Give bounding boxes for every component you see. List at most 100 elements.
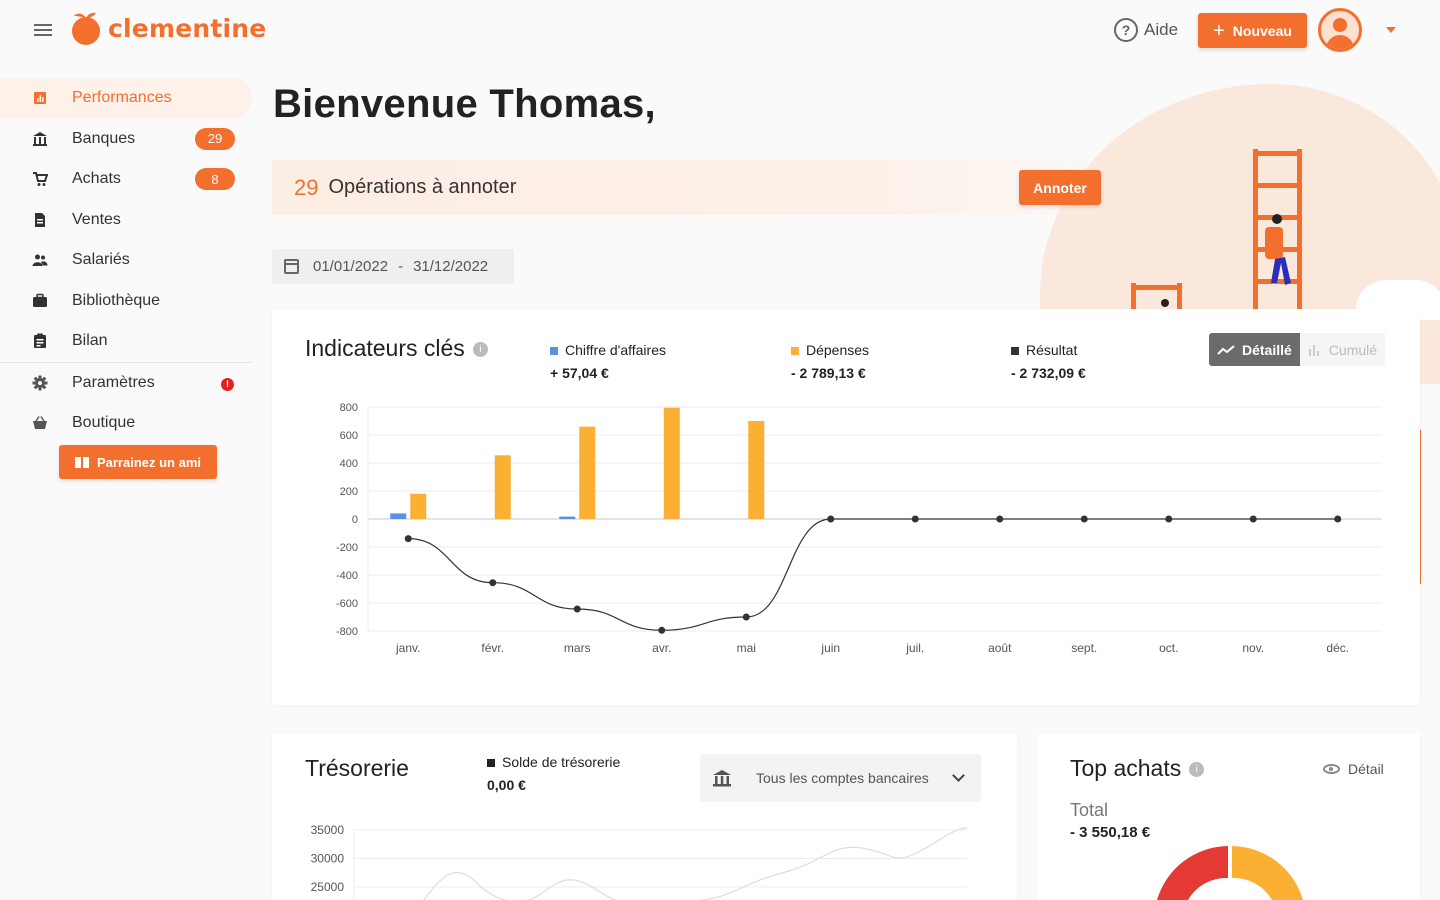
gear-icon bbox=[32, 375, 48, 390]
bar bbox=[579, 426, 596, 519]
sidebar-item-label: Paramètres bbox=[72, 373, 155, 391]
y-tick-label: -400 bbox=[336, 570, 358, 582]
x-tick-label: oct. bbox=[1159, 641, 1178, 655]
sidebar-item-label: Achats bbox=[72, 170, 121, 188]
bar bbox=[559, 516, 576, 519]
result-point bbox=[489, 579, 497, 587]
top-bar: clementine ? Aide + Nouveau bbox=[0, 0, 1440, 62]
sidebar-item-label: Salariés bbox=[72, 251, 130, 269]
treasury-card: Trésorerie Solde de trésorerie 0,00 € To… bbox=[272, 733, 1017, 900]
logo[interactable]: clementine bbox=[68, 10, 266, 46]
sidebar-item-label: Boutique bbox=[72, 414, 136, 432]
count-badge: 29 bbox=[195, 127, 235, 150]
x-tick-label: mai bbox=[737, 641, 756, 655]
app-name: clementine bbox=[108, 13, 267, 43]
annotate-button[interactable]: Annoter bbox=[1019, 170, 1101, 205]
x-tick-label: déc. bbox=[1326, 641, 1349, 655]
donut-chart bbox=[1157, 846, 1303, 900]
y-tick-label: -600 bbox=[336, 598, 358, 610]
donut-segment bbox=[1157, 846, 1228, 900]
sidebar-item-label: Bibliothèque bbox=[72, 291, 161, 309]
count-badge: 8 bbox=[195, 168, 235, 190]
balance-line bbox=[423, 827, 968, 900]
result-point bbox=[404, 535, 412, 543]
info-icon[interactable]: i bbox=[1189, 762, 1205, 778]
bar bbox=[748, 421, 765, 519]
result-point bbox=[1165, 515, 1173, 523]
sidebar-item-bibliotheque[interactable]: Bibliothèque bbox=[0, 281, 252, 322]
help-label: Aide bbox=[1144, 20, 1179, 39]
detail-link[interactable]: Détail bbox=[1323, 761, 1384, 777]
x-tick-label: sept. bbox=[1071, 641, 1097, 655]
y-tick-label: 400 bbox=[340, 458, 358, 470]
clementine-logo-icon bbox=[72, 12, 100, 45]
sidebar-item-ventes[interactable]: Ventes bbox=[0, 200, 252, 241]
date-range-picker[interactable]: 01/01/2022 - 31/12/2022 bbox=[272, 249, 514, 284]
result-point bbox=[1249, 515, 1257, 523]
sidebar-item-bilan[interactable]: Bilan bbox=[0, 321, 252, 362]
date-separator: - bbox=[398, 258, 404, 275]
top-purchases-title: Top achats bbox=[1070, 755, 1182, 781]
result-point bbox=[742, 613, 750, 621]
y-tick-label: 35000 bbox=[311, 823, 345, 837]
result-point bbox=[1334, 515, 1342, 523]
menu-icon[interactable] bbox=[34, 24, 52, 38]
sidebar-item-label: Performances bbox=[72, 89, 172, 107]
y-tick-label: 800 bbox=[340, 402, 358, 414]
document-icon bbox=[35, 212, 45, 227]
sidebar-item-label: Bilan bbox=[72, 332, 108, 350]
donut-segment bbox=[1232, 846, 1303, 900]
sidebar-item-banques[interactable]: Banques 29 bbox=[0, 119, 252, 160]
x-tick-label: nov. bbox=[1242, 641, 1264, 655]
card-title: Top achats i bbox=[1070, 755, 1205, 782]
help-link[interactable]: ? Aide bbox=[1114, 18, 1178, 42]
bar-chart-icon bbox=[34, 92, 46, 104]
total-label: Total bbox=[1070, 800, 1109, 820]
page-title: Bienvenue Thomas, bbox=[273, 82, 656, 126]
plus-icon: + bbox=[1213, 19, 1225, 42]
operations-banner: 29 Opérations à annoter bbox=[272, 160, 1132, 215]
ladder-illustration bbox=[1131, 149, 1302, 310]
sidebar-item-salaries[interactable]: Salariés bbox=[0, 240, 252, 281]
people-icon bbox=[32, 254, 48, 266]
x-tick-label: avr. bbox=[652, 641, 671, 655]
x-tick-label: août bbox=[988, 641, 1012, 655]
caret-down-icon[interactable] bbox=[1386, 27, 1396, 33]
x-tick-label: juil. bbox=[905, 641, 924, 655]
alert-icon: ! bbox=[221, 377, 234, 391]
y-tick-label: 0 bbox=[352, 514, 358, 526]
bar bbox=[494, 455, 511, 519]
sidebar-item-achats[interactable]: Achats 8 bbox=[0, 159, 252, 200]
help-icon: ? bbox=[1114, 18, 1138, 42]
bar bbox=[410, 493, 427, 519]
top-purchases-card: Top achats i Détail Total - 3 550,18 € bbox=[1037, 733, 1420, 900]
y-tick-label: -200 bbox=[336, 542, 358, 554]
eye-icon bbox=[1323, 764, 1340, 774]
clipboard-icon bbox=[34, 333, 46, 348]
new-button[interactable]: + Nouveau bbox=[1198, 13, 1307, 48]
result-point bbox=[658, 626, 666, 634]
y-tick-label: 600 bbox=[340, 430, 358, 442]
y-tick-label: 30000 bbox=[311, 852, 345, 866]
sidebar-item-label: Ventes bbox=[72, 210, 121, 228]
y-tick-label: 25000 bbox=[311, 880, 345, 894]
refer-label: Parrainez un ami bbox=[96, 454, 202, 470]
result-point bbox=[911, 515, 919, 523]
result-point bbox=[996, 515, 1004, 523]
sidebar-item-label: Banques bbox=[72, 129, 136, 147]
date-end: 31/12/2022 bbox=[413, 258, 489, 275]
treasury-chart: 35000 30000 25000 bbox=[311, 823, 968, 900]
sidebar-item-boutique[interactable]: Boutique bbox=[0, 403, 252, 444]
sidebar-item-parametres[interactable]: Paramètres ! bbox=[0, 363, 252, 404]
y-tick-label: -800 bbox=[336, 626, 358, 638]
avatar[interactable] bbox=[1318, 8, 1362, 52]
x-tick-label: janv. bbox=[395, 641, 420, 655]
new-label: Nouveau bbox=[1232, 22, 1292, 39]
sidebar-item-performances[interactable]: Performances bbox=[0, 78, 252, 119]
date-start: 01/01/2022 bbox=[313, 258, 389, 275]
refer-friend-button[interactable]: Parrainez un ami bbox=[59, 445, 217, 479]
x-tick-label: juin bbox=[820, 641, 840, 655]
result-point bbox=[1080, 515, 1088, 523]
bar bbox=[390, 513, 407, 519]
calendar-icon bbox=[284, 259, 299, 274]
